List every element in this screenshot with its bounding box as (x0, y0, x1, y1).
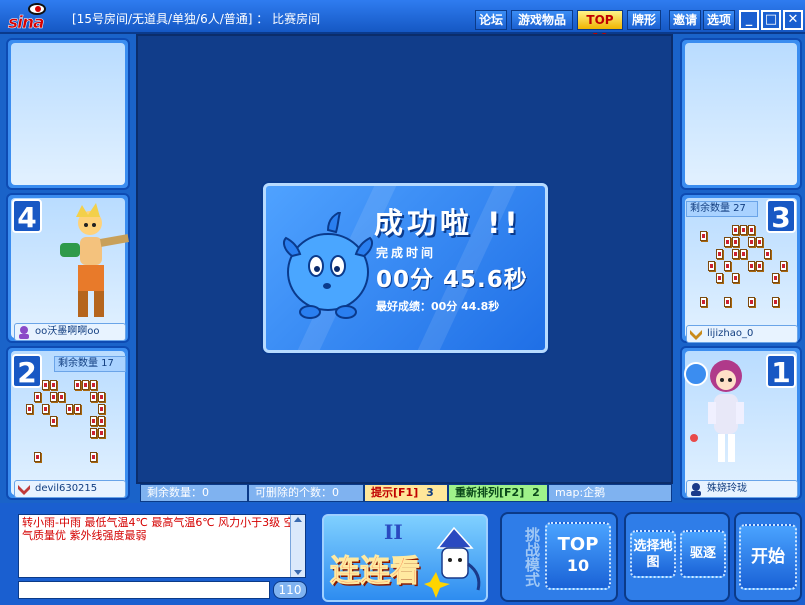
logo-mascot-icon (424, 526, 481, 598)
game-items-button[interactable]: 游戏物品 (511, 10, 573, 30)
forum-button[interactable]: 论坛 (475, 10, 507, 30)
invite-button[interactable]: 邀请 (669, 10, 701, 30)
scroll-down-icon[interactable] (294, 570, 302, 575)
top10-ranking-button[interactable]: TOP 10 (545, 522, 611, 590)
scroll-up-icon[interactable] (294, 517, 302, 522)
seat-number: 1 (766, 354, 796, 389)
top10-label-line2: 10 (566, 556, 590, 575)
kick-button[interactable]: 驱逐 (680, 530, 726, 578)
room-title: [15号房间/无道具/单独/6人/普通] ： 比赛房间 (72, 12, 321, 26)
hint-count: 3 (426, 486, 434, 499)
close-button[interactable]: ✕ (783, 10, 803, 30)
top10-label-line1: TOP (557, 534, 599, 555)
minimize-button[interactable]: _ (739, 10, 759, 30)
lianliankan-logo: 连连看 II (322, 514, 488, 602)
maximize-button[interactable]: □ (761, 10, 781, 30)
top10-button[interactable]: TOP 10 (577, 10, 623, 45)
removable-count: 可删除的个数：0 (248, 484, 364, 502)
remaining-tiles-label: 剩余数量 17 (54, 356, 126, 372)
chat-input[interactable] (18, 581, 270, 599)
empty-seat-panel-right (680, 38, 802, 190)
reshuffle-key-label: 重新排列[F2] (455, 486, 525, 499)
seat-2-panel: 2 剩余数量 17 devil630215 (6, 346, 130, 500)
mini-tile-board (690, 221, 798, 321)
mini-tile-board (16, 376, 126, 472)
seat-4-panel: 4 oo沃墨啊啊oo (6, 193, 130, 343)
best-time: 最好成绩：00分 44.8秒 (376, 300, 500, 313)
start-button[interactable]: 开始 (739, 524, 797, 590)
logo-text: sina (8, 13, 45, 34)
player-avatar-girl (684, 360, 744, 462)
remaining-tiles-label: 剩余数量 27 (686, 201, 758, 217)
options-button[interactable]: 选项 (703, 10, 735, 30)
tile-style-button[interactable]: 牌形 (627, 10, 661, 30)
challenge-mode-button[interactable]: 挑战模式 (508, 518, 541, 596)
success-title: 成功啦 !! (374, 206, 522, 240)
chat-log: 转小雨-中雨 最低气温4℃ 最高气温6℃ 风力小于3级 空气质量优 紫外线强度最… (18, 514, 306, 578)
hint-button[interactable]: 提示[F1] 3 (364, 484, 448, 502)
chevron-badge-icon (690, 330, 702, 340)
seat-1-panel: 1 姝娆玲珑 (680, 346, 802, 500)
logo-version: II (384, 520, 403, 544)
person-icon (691, 483, 701, 496)
player-avatar-warrior (60, 203, 129, 317)
reshuffle-button[interactable]: 重新排列[F2] 2 (448, 484, 548, 502)
hint-key-label: 提示[F1] (371, 486, 419, 499)
success-dialog: 成功啦 !! 完成时间 00分 45.6秒 最好成绩：00分 44.8秒 (263, 183, 548, 353)
sina-logo: sina (6, 3, 68, 34)
seat-3-panel: 剩余数量 27 3 lijizhao_0 (680, 193, 802, 343)
seat-number: 4 (12, 199, 42, 234)
completion-time-label: 完成时间 (376, 246, 437, 260)
completion-time-value: 00分 45.6秒 (376, 267, 528, 293)
remaining-count: 剩余数量：0 (140, 484, 248, 502)
chat-char-count: 110 (273, 581, 307, 599)
select-map-button[interactable]: 选择地图 (630, 530, 676, 578)
map-name: map:企鹅 (548, 484, 672, 502)
logo-title: 连连看 (330, 554, 421, 590)
blue-creature-mascot (283, 212, 373, 319)
person-icon (19, 326, 29, 339)
chat-scrollbar[interactable] (290, 515, 305, 577)
chevron-badge-icon (18, 485, 30, 495)
empty-seat-panel-left (6, 38, 130, 190)
reshuffle-count: 2 (532, 486, 540, 499)
